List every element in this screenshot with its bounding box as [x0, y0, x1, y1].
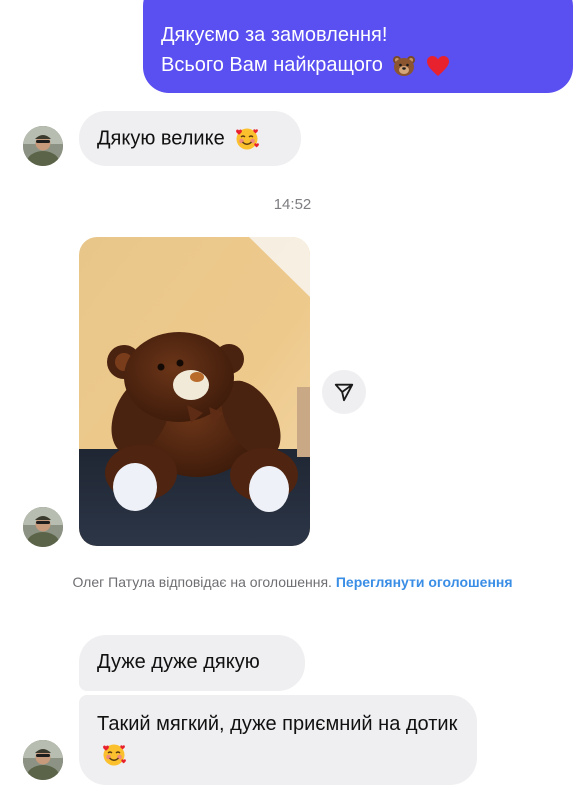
smiling-face-with-hearts-emoji-icon [103, 744, 126, 766]
avatar[interactable] [23, 507, 63, 547]
avatar-photo [23, 740, 63, 780]
avatar-photo [23, 126, 63, 166]
avatar-photo [23, 507, 63, 547]
listing-reply-notice: Олег Патула відповідає на оголошення. Пе… [60, 573, 525, 591]
listing-reply-notice-text: Олег Патула відповідає на оголошення. [72, 574, 332, 590]
teddy-bear-photo[interactable] [79, 237, 310, 546]
view-listing-link[interactable]: Переглянути оголошення [336, 574, 513, 590]
outgoing-message-line-2: Всього Вам найкращого [161, 50, 555, 80]
incoming-message-text: Дуже дуже дякую [97, 651, 260, 673]
avatar[interactable] [23, 126, 63, 166]
incoming-message-text: Дякую велике [97, 127, 225, 150]
incoming-message-text: Такий мягкий, дуже приємний на дотик [97, 713, 458, 735]
paper-plane-icon [334, 383, 354, 402]
outgoing-message-line-2-text: Всього Вам найкращого [161, 54, 383, 76]
outgoing-message-bubble[interactable]: Дякуємо за замовлення! Всього Вам найкра… [143, 0, 573, 93]
incoming-message-bubble[interactable]: Такий мягкий, дуже приємний на дотик [79, 695, 477, 785]
timestamp: 14:52 [273, 196, 312, 213]
incoming-message-bubble[interactable]: Дуже дуже дякую [79, 635, 305, 691]
bear-face-emoji-icon [393, 55, 416, 76]
red-heart-emoji-icon [426, 55, 449, 76]
avatar[interactable] [23, 740, 63, 780]
teddy-bear-image [79, 237, 310, 546]
share-button[interactable] [322, 370, 366, 414]
incoming-message-bubble[interactable]: Дякую велике [79, 111, 301, 166]
smiling-face-with-hearts-emoji-icon [236, 128, 260, 150]
outgoing-message-line-1: Дякуємо за замовлення! [161, 24, 388, 46]
